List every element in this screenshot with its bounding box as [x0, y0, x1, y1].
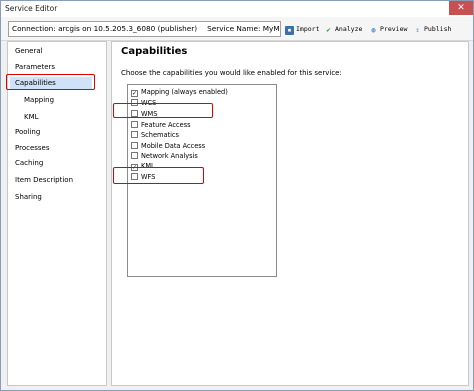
capabilities-panel: Capabilities Choose the capabilities you…: [111, 41, 469, 386]
sidebar-item-capabilities[interactable]: Capabilities: [10, 77, 92, 89]
publish-label: Publish: [424, 25, 452, 33]
checkbox-icon[interactable]: [131, 142, 138, 149]
analyze-label: Analyze: [335, 25, 363, 33]
checkbox-icon[interactable]: [131, 173, 138, 180]
publish-button[interactable]: ⇪ Publish: [413, 23, 451, 35]
sidebar-item-label: Item Description: [15, 176, 74, 184]
capability-label: Feature Access: [141, 121, 191, 129]
toolbar: Connection: arcgis on 10.5.205.3_6080 (p…: [1, 17, 473, 41]
sidebar: General Parameters Capabilities Mapping …: [7, 41, 107, 386]
checkbox-checked-icon[interactable]: ✓: [131, 164, 138, 171]
checkbox-icon[interactable]: [131, 131, 138, 138]
capability-feature-access[interactable]: Feature Access: [131, 120, 191, 130]
save-icon: ▪: [285, 26, 294, 35]
checkbox-icon[interactable]: [131, 121, 138, 128]
capability-label: WFS: [141, 173, 156, 181]
check-icon: ✔: [326, 26, 331, 34]
capability-mobile-data-access[interactable]: Mobile Data Access: [131, 141, 205, 151]
sidebar-item-pooling[interactable]: Pooling: [15, 126, 40, 138]
sidebar-item-sharing[interactable]: Sharing: [15, 191, 42, 203]
sidebar-item-item-description[interactable]: Item Description: [15, 174, 73, 186]
sidebar-item-label: Mapping: [24, 96, 55, 104]
sidebar-item-caching[interactable]: Caching: [15, 157, 43, 169]
sidebar-item-label: Processes: [15, 144, 50, 152]
capabilities-description: Choose the capabilities you would like e…: [121, 69, 342, 77]
capability-network-analysis[interactable]: Network Analysis: [131, 151, 198, 161]
checkbox-icon[interactable]: [131, 152, 138, 159]
checkbox-checked-icon[interactable]: ✓: [131, 90, 138, 97]
capability-label: Network Analysis: [141, 152, 198, 160]
checkbox-icon[interactable]: [131, 99, 138, 106]
capability-mapping[interactable]: ✓ Mapping (always enabled): [131, 87, 228, 97]
sidebar-item-label: Sharing: [15, 193, 42, 201]
service-editor-window: Service Editor ✕ Connection: arcgis on 1…: [0, 0, 474, 391]
capability-schematics[interactable]: Schematics: [131, 130, 179, 140]
sidebar-item-mapping[interactable]: Mapping: [24, 94, 54, 106]
capability-wcs[interactable]: WCS: [131, 98, 156, 108]
window-title: Service Editor: [5, 4, 58, 13]
sidebar-item-processes[interactable]: Processes: [15, 142, 50, 154]
import-label: Import: [296, 25, 320, 33]
capability-label: Mapping (always enabled): [141, 88, 228, 96]
page-title: Capabilities: [121, 46, 188, 57]
title-bar: Service Editor ✕: [1, 1, 473, 17]
capability-label: WCS: [141, 99, 157, 107]
analyze-button[interactable]: ✔ Analyze: [324, 23, 362, 35]
globe-icon: ◍: [371, 26, 376, 34]
service-name-label: Service Name: MyM...: [207, 24, 281, 33]
sidebar-item-label: Capabilities: [15, 79, 56, 87]
sidebar-item-label: Caching: [15, 159, 44, 167]
publish-icon: ⇪: [415, 26, 420, 34]
sidebar-item-label: Parameters: [15, 63, 56, 71]
capability-wfs[interactable]: WFS: [131, 172, 155, 182]
sidebar-item-label: Pooling: [15, 128, 41, 136]
capability-kml[interactable]: ✓ KML: [131, 161, 155, 171]
sidebar-item-label: General: [15, 47, 43, 55]
capabilities-list: ✓ Mapping (always enabled) WCS WMS Featur…: [127, 84, 277, 277]
preview-button[interactable]: ◍ Preview: [369, 23, 407, 35]
sidebar-item-general[interactable]: General: [15, 45, 43, 57]
close-button[interactable]: ✕: [449, 1, 473, 15]
capability-wms[interactable]: WMS: [131, 109, 157, 119]
capability-label: Schematics: [141, 131, 179, 139]
sidebar-item-parameters[interactable]: Parameters: [15, 61, 55, 73]
connection-label: Connection: arcgis on 10.5.205.3_6080 (p…: [12, 24, 198, 33]
connection-field: Connection: arcgis on 10.5.205.3_6080 (p…: [8, 21, 281, 37]
checkbox-icon[interactable]: [131, 110, 138, 117]
import-button[interactable]: ▪ Import: [285, 23, 319, 35]
sidebar-item-label: KML: [24, 113, 39, 121]
capability-label: Mobile Data Access: [141, 142, 206, 150]
capability-label: KML: [141, 162, 155, 170]
sidebar-item-kml[interactable]: KML: [24, 111, 39, 123]
preview-label: Preview: [380, 25, 408, 33]
capability-label: WMS: [141, 110, 158, 118]
